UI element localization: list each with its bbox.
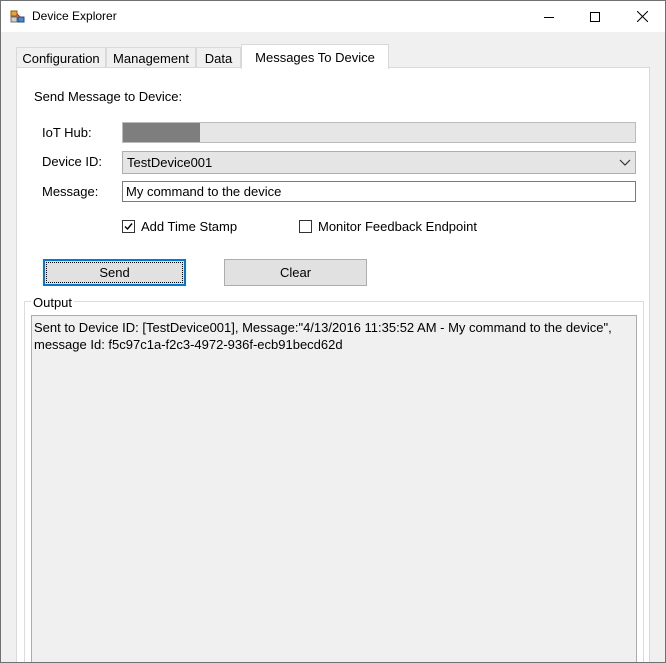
device-id-label: Device ID: [42,154,102,169]
tab-messages-to-device[interactable]: Messages To Device [241,44,389,69]
send-message-heading: Send Message to Device: [34,89,183,104]
tab-management[interactable]: Management [106,47,196,68]
device-id-dropdown[interactable]: TestDevice001 [122,151,636,174]
clear-button-label: Clear [279,265,312,280]
chevron-down-icon [619,159,631,166]
output-textarea[interactable]: Sent to Device ID: [TestDevice001], Mess… [31,315,637,662]
maximize-button[interactable] [572,1,618,32]
add-timestamp-checkbox[interactable] [122,220,135,233]
output-group-label: Output [31,295,75,310]
iot-hub-progress-fill [123,123,200,142]
iot-hub-progress-bar [122,122,636,143]
monitor-feedback-label[interactable]: Monitor Feedback Endpoint [318,219,477,234]
close-button[interactable] [619,1,665,32]
tab-configuration[interactable]: Configuration [16,47,106,68]
send-button-label: Send [99,265,130,280]
tab-data[interactable]: Data [196,47,241,68]
message-input[interactable] [122,181,636,202]
window-title: Device Explorer [32,9,117,23]
add-timestamp-label[interactable]: Add Time Stamp [141,219,237,234]
device-id-value: TestDevice001 [127,155,213,170]
minimize-button[interactable] [526,1,572,32]
checkmark-icon [124,223,133,231]
app-icon [10,9,26,25]
send-button[interactable]: Send [43,259,186,286]
monitor-feedback-checkbox[interactable] [299,220,312,233]
close-icon [636,11,648,22]
clear-button[interactable]: Clear [224,259,367,286]
iot-hub-label: IoT Hub: [42,125,92,140]
minimize-icon [544,16,554,18]
title-bar[interactable]: Device Explorer [1,1,665,32]
message-label: Message: [42,184,99,199]
maximize-icon [590,11,600,22]
device-explorer-window: Device Explorer Configuration Management… [0,0,666,663]
